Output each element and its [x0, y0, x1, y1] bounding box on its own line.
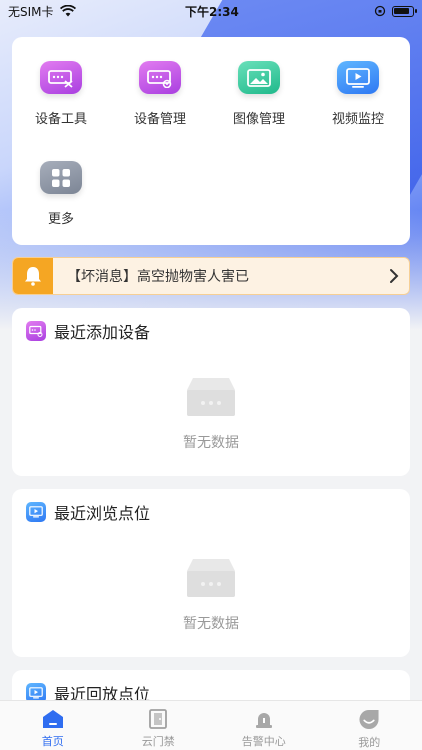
recent-browsed-card: 最近浏览点位 暂无数据 [12, 489, 410, 657]
tab-alarm-center[interactable]: 告警中心 [211, 701, 317, 750]
orientation-lock-icon [374, 5, 386, 17]
status-bar: 无SIM卡 下午2:34 [0, 0, 422, 22]
carrier-label: 无SIM卡 [8, 4, 54, 19]
chevron-right-icon[interactable] [379, 268, 409, 284]
tab-label: 云门禁 [141, 735, 175, 748]
tool-label: 图像管理 [232, 112, 285, 127]
tab-bar: 首页 云门禁 告警中心 我的 [0, 700, 422, 750]
tool-label: 更多 [47, 212, 74, 227]
empty-state: 暂无数据 [12, 535, 410, 633]
device-manage-icon [139, 61, 181, 94]
status-right [374, 5, 417, 17]
tab-home[interactable]: 首页 [0, 701, 106, 750]
section-header: 最近浏览点位 [12, 489, 410, 535]
battery-icon [392, 5, 417, 17]
tab-label: 首页 [41, 735, 64, 748]
video-monitor-icon [26, 683, 46, 700]
tool-more[interactable]: 更多 [12, 137, 110, 227]
grid-icon [40, 161, 82, 194]
tool-device-management[interactable]: 设备管理 [111, 37, 209, 127]
empty-box-icon [187, 378, 235, 416]
image-icon [238, 61, 280, 94]
video-monitor-icon [26, 502, 46, 522]
tool-label: 设备工具 [34, 112, 87, 127]
status-left: 无SIM卡 [8, 3, 76, 20]
wifi-icon [59, 5, 76, 17]
tab-label: 我的 [358, 736, 381, 749]
section-title: 最近浏览点位 [54, 504, 151, 523]
notice-banner[interactable]: 【坏消息】高空抛物害人害已 [12, 257, 410, 295]
tools-card: 设备工具 设备管理 图像管理 视频监控 更多 [12, 37, 410, 245]
home-icon [42, 710, 63, 728]
recent-playback-card: 最近回放点位 [12, 670, 410, 700]
tool-label: 设备管理 [133, 112, 186, 127]
device-manage-icon [26, 321, 46, 341]
tool-image-management[interactable]: 图像管理 [210, 37, 308, 127]
tool-label: 视频监控 [331, 112, 384, 127]
tool-video-monitoring[interactable]: 视频监控 [309, 37, 407, 127]
section-header: 最近回放点位 [12, 670, 410, 700]
tool-device-tools[interactable]: 设备工具 [12, 37, 110, 127]
video-monitor-icon [337, 61, 379, 94]
tab-profile[interactable]: 我的 [317, 701, 422, 750]
status-time: 下午2:34 [185, 4, 239, 19]
alarm-icon [255, 713, 272, 728]
empty-state: 暂无数据 [12, 354, 410, 452]
section-header: 最近添加设备 [12, 308, 410, 354]
door-icon [149, 709, 168, 729]
notice-icon-box [13, 258, 53, 294]
section-title: 最近回放点位 [54, 685, 151, 700]
bell-icon [25, 267, 41, 286]
notice-text: 【坏消息】高空抛物害人害已 [67, 269, 249, 285]
empty-text: 暂无数据 [183, 435, 239, 451]
home-content: 设备工具 设备管理 图像管理 视频监控 更多 【坏消息】高空抛物害人害已 最近添… [0, 0, 422, 700]
device-tool-icon [40, 61, 82, 94]
recent-devices-card: 最近添加设备 暂无数据 [12, 308, 410, 476]
profile-icon [359, 709, 379, 730]
section-title: 最近添加设备 [54, 323, 151, 342]
empty-text: 暂无数据 [183, 616, 239, 632]
tab-cloud-access[interactable]: 云门禁 [106, 701, 212, 750]
tab-label: 告警中心 [241, 735, 286, 748]
empty-box-icon [187, 559, 235, 597]
